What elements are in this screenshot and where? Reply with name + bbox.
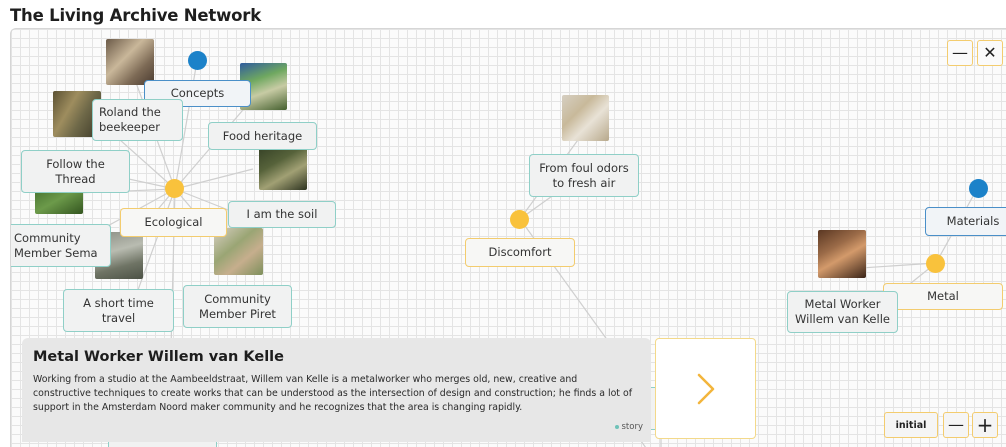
node-roland[interactable]: Roland the beekeeper	[92, 99, 183, 141]
story-info-panel: Metal Worker Willem van Kelle Working fr…	[22, 338, 651, 442]
node-materials[interactable]: Materials	[925, 207, 1006, 236]
node-metal-worker-label: Metal Worker Willem van Kelle	[795, 297, 890, 326]
node-community-piret[interactable]: Community Member Piret	[183, 285, 292, 328]
zoom-in-button[interactable]: +	[972, 412, 998, 438]
story-type-badge: story	[614, 422, 644, 432]
node-ecological[interactable]: Ecological	[120, 208, 227, 237]
photo-metal-worker[interactable]	[818, 230, 866, 278]
metal-node-dot[interactable]	[926, 254, 945, 273]
node-i-am-the-soil-label: I am the soil	[246, 207, 318, 221]
close-button[interactable]: ✕	[977, 40, 1003, 66]
node-i-am-the-soil[interactable]: I am the soil	[228, 201, 336, 228]
minimize-button[interactable]: —	[947, 40, 973, 66]
materials-node-dot[interactable]	[969, 179, 988, 198]
node-materials-label: Materials	[946, 214, 1000, 228]
node-food-heritage-label: Food heritage	[222, 128, 303, 143]
node-food-heritage[interactable]: Food heritage	[208, 122, 317, 150]
node-community-piret-label: Community Member Piret	[199, 291, 276, 321]
node-community-sema[interactable]: Community Member Sema	[11, 224, 111, 267]
ecological-node-dot[interactable]	[165, 179, 184, 198]
node-foul-odors-label: From foul odors to fresh air	[539, 160, 629, 190]
zoom-out-icon: —	[948, 415, 964, 434]
close-icon: ✕	[983, 43, 997, 62]
node-metal-worker[interactable]: Metal Worker Willem van Kelle	[787, 291, 898, 333]
discomfort-node-dot[interactable]	[510, 210, 529, 229]
concepts-node-dot[interactable]	[188, 51, 207, 70]
node-short-time-travel[interactable]: A short time travel	[63, 289, 174, 332]
minimize-icon: —	[952, 43, 968, 62]
photo-workshop[interactable]	[106, 39, 154, 85]
node-discomfort-label: Discomfort	[488, 245, 552, 259]
chevron-right-icon	[697, 373, 714, 404]
photo-fresh-air[interactable]	[562, 95, 609, 141]
zoom-reset-button[interactable]: initial	[884, 412, 938, 438]
zoom-in-icon: +	[976, 413, 994, 437]
zoom-out-button[interactable]: —	[943, 412, 969, 438]
app-title: The Living Archive Network	[10, 6, 261, 25]
story-dot-icon	[614, 424, 619, 429]
node-foul-odors[interactable]: From foul odors to fresh air	[529, 154, 639, 197]
node-short-time-travel-label: A short time travel	[83, 295, 154, 325]
node-roland-label: Roland the beekeeper	[99, 105, 161, 134]
node-follow-the-thread[interactable]: Follow the Thread	[21, 150, 130, 193]
story-description: Working from a studio at the Aambeeldstr…	[33, 374, 632, 413]
node-community-sema-label: Community Member Sema	[14, 230, 98, 260]
next-story-button[interactable]	[655, 338, 756, 439]
node-metal-label: Metal	[927, 289, 959, 303]
story-title: Metal Worker Willem van Kelle	[33, 349, 284, 365]
node-metal[interactable]: Metal	[883, 283, 1003, 310]
node-ecological-label: Ecological	[144, 215, 203, 229]
story-type-label: story	[621, 422, 644, 432]
node-follow-the-thread-label: Follow the Thread	[46, 156, 105, 186]
node-discomfort[interactable]: Discomfort	[465, 238, 575, 267]
